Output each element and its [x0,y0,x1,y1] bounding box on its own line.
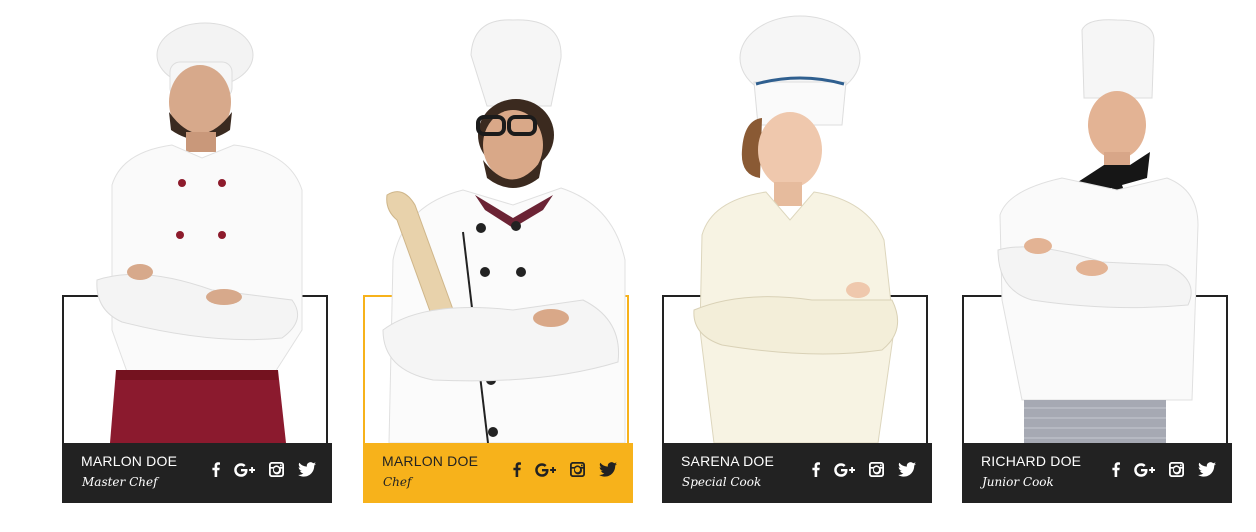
member-info-bar: MARLON DOE Master Chef [62,443,332,503]
member-name: SARENA DOE [681,453,775,469]
facebook-icon[interactable] [1112,462,1120,477]
member-role: Junior Cook [982,475,1054,489]
member-role: Special Cook [682,475,762,489]
member-info-bar: MARLON DOE Chef [363,443,633,503]
team-card: SARENA DOE Special Cook [662,0,932,504]
twitter-icon[interactable] [298,462,316,477]
google-plus-icon[interactable] [1134,462,1155,477]
instagram-icon[interactable] [570,462,585,477]
social-links [212,462,316,477]
twitter-icon[interactable] [898,462,916,477]
chef-photo [962,0,1232,443]
team-card: RICHARD DOE Junior Cook [962,0,1232,504]
google-plus-icon[interactable] [535,462,556,477]
social-links [812,462,916,477]
team-section: MARLON DOE Master Chef MARLON DOE Chef S… [0,0,1256,532]
facebook-icon[interactable] [812,462,820,477]
social-links [1112,462,1216,477]
member-name: MARLON DOE [382,453,479,469]
chef-photo [62,0,332,443]
twitter-icon[interactable] [1198,462,1216,477]
team-card: MARLON DOE Chef [363,0,633,504]
twitter-icon[interactable] [599,462,617,477]
instagram-icon[interactable] [1169,462,1184,477]
social-links [513,462,617,477]
google-plus-icon[interactable] [234,462,255,477]
member-name: MARLON DOE [81,453,178,469]
chef-photo [363,0,633,443]
facebook-icon[interactable] [513,462,521,477]
team-card: MARLON DOE Master Chef [62,0,332,504]
member-info-bar: SARENA DOE Special Cook [662,443,932,503]
instagram-icon[interactable] [869,462,884,477]
chef-photo [662,0,932,443]
google-plus-icon[interactable] [834,462,855,477]
member-role: Master Chef [82,475,158,489]
instagram-icon[interactable] [269,462,284,477]
member-name: RICHARD DOE [981,453,1082,469]
member-info-bar: RICHARD DOE Junior Cook [962,443,1232,503]
facebook-icon[interactable] [212,462,220,477]
member-role: Chef [383,475,412,489]
